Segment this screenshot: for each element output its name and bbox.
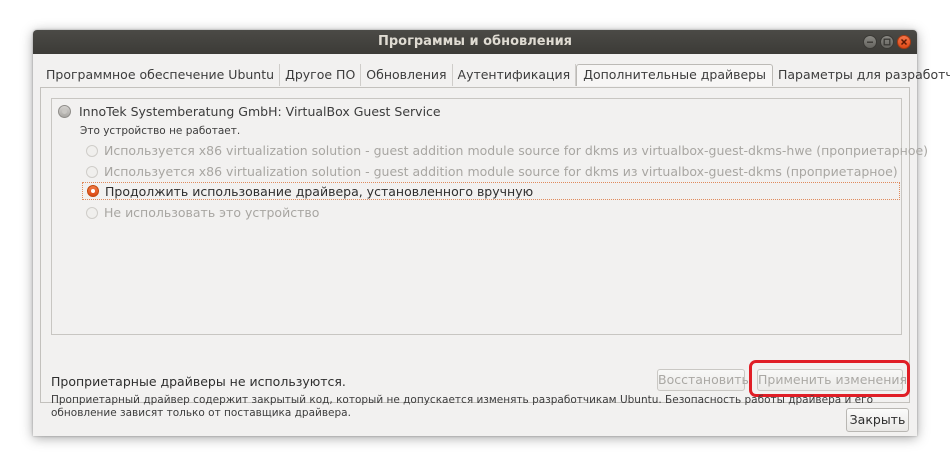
- radio-button: [86, 165, 98, 178]
- proprietary-driver-note: Проприетарный драйвер содержит закрытый …: [51, 394, 874, 419]
- tab-additional-drivers[interactable]: Дополнительные драйверы: [576, 64, 773, 86]
- tab-ubuntu-software[interactable]: Программное обеспечение Ubuntu: [41, 64, 281, 86]
- window-controls: [863, 35, 911, 49]
- device-status: Это устройство не работает.: [80, 125, 241, 137]
- additional-drivers-panel: InnoTek Systemberatung GmbH: VirtualBox …: [40, 87, 928, 419]
- maximize-icon[interactable]: [880, 35, 894, 49]
- software-updates-window: Программы и обновления Программное обесп…: [33, 30, 950, 436]
- tab-updates[interactable]: Обновления: [361, 64, 453, 86]
- device-status-icon: [58, 105, 71, 118]
- driver-option-do-not-use: Не использовать это устройство: [86, 205, 319, 220]
- tab-bar: Программное обеспечение Ubuntu Другое ПО…: [41, 64, 950, 86]
- close-button[interactable]: Закрыть: [846, 408, 909, 432]
- tab-other-software[interactable]: Другое ПО: [280, 64, 362, 86]
- radio-button-checked[interactable]: [87, 185, 99, 197]
- close-icon[interactable]: [897, 35, 911, 49]
- driver-option-label: Используется x86 virtualization solution…: [104, 164, 898, 179]
- minimize-icon[interactable]: [863, 35, 877, 49]
- driver-option-dkms: Используется x86 virtualization solution…: [86, 164, 898, 179]
- drivers-status-text: Проприетарные драйверы не используются.: [51, 374, 346, 389]
- driver-list: InnoTek Systemberatung GmbH: VirtualBox …: [51, 98, 928, 335]
- driver-option-label: Не использовать это устройство: [104, 205, 320, 220]
- apply-changes-button[interactable]: Применить изменения: [757, 369, 907, 391]
- window-title: Программы и обновления: [377, 34, 573, 49]
- device-name: InnoTek Systemberatung GmbH: VirtualBox …: [79, 104, 441, 119]
- tab-developer-options[interactable]: Параметры для разработчиков: [773, 64, 950, 86]
- driver-option-manual[interactable]: Продолжить использование драйвера, устан…: [82, 182, 900, 200]
- revert-button[interactable]: Восстановить: [657, 369, 749, 391]
- driver-option-label: Продолжить использование драйвера, устан…: [105, 183, 534, 199]
- driver-option-label: Используется x86 virtualization solution…: [104, 143, 929, 158]
- radio-button: [86, 206, 98, 219]
- title-bar[interactable]: Программы и обновления: [33, 30, 917, 54]
- device-header: InnoTek Systemberatung GmbH: VirtualBox …: [58, 104, 441, 119]
- tab-authentication[interactable]: Аутентификация: [453, 64, 577, 86]
- radio-button: [86, 144, 98, 157]
- driver-option-dkms-hwe: Используется x86 virtualization solution…: [86, 143, 928, 158]
